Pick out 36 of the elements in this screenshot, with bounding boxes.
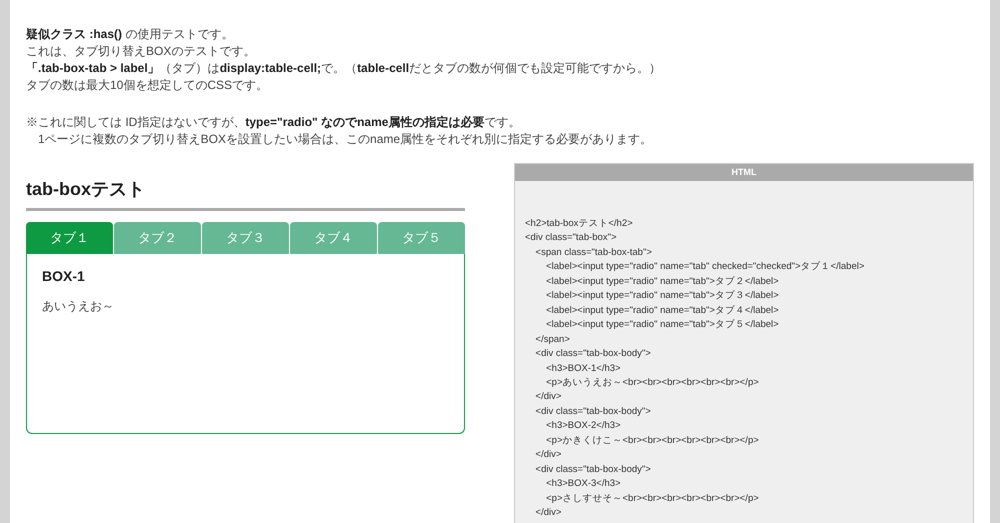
intro-text: 疑似クラス :has() の使用テストです。 [26,26,234,43]
code-line: <div class="tab-box-body"> [534,404,652,419]
code-line: <label><input type="radio" name="tab">タブ５</label> [545,318,780,332]
tab[interactable]: タブ１ [26,222,113,254]
code-line: <span class="tab-box-tab"> [534,246,653,260]
tab[interactable]: タブ４ [290,222,377,254]
tab[interactable]: タブ５ [378,222,465,254]
code-line: </div> [534,390,562,404]
tab[interactable]: タブ３ [202,222,289,254]
code-line: <label><input type="radio" name="tab" checked="checked">タブ１</label> [545,260,866,274]
code-line: </div> [534,506,562,520]
code-line: <label><input type="radio" name="tab">タブ３</label> [545,289,780,304]
panel-title: HTML [515,164,973,181]
section-heading: tab-boxテスト [26,177,465,211]
code-line: <h3>BOX-1</h3> [545,362,622,376]
code-line: </span> [534,332,571,347]
code-line: <label><input type="radio" name="tab">タブ４</label> [545,304,780,318]
code-line: <div class="tab-box-body"> [534,347,652,362]
code-line: <h2>tab-boxテスト</h2> [525,217,634,231]
code-line: <div class="tab-box-body"> [534,462,652,477]
box-title: BOX-1 [42,268,86,284]
intro-text: 「.tab-box-tab > label」（タブ）はdisplay:table-cell;で。（table-cellだとタブの数が何個でも設定可能ですから。） [26,60,662,77]
note-text: ※これに関しては ID指定はないですが、type="radio" なのでname属性の指定は必要です。 [26,114,522,131]
code-line: <label><input type="radio" name="tab">タブ２</label> [545,274,780,289]
code-line: </div> [534,448,562,462]
code-line: <h3>BOX-2</h3> [545,419,622,434]
box-text: あいうえお～ [42,298,115,315]
code-line: <p>かきくけこ～<br><br><br><br><br><br></p> [545,434,760,448]
intro-text: タブの数は最大10個を想定してのCSSです。 [26,77,270,94]
code-line: <h3>BOX-3</h3> [545,477,622,492]
tab[interactable]: タブ２ [114,222,201,254]
code-line: <div class="tab-box"> [525,231,618,246]
intro-text: これは、タブ切り替えBOXのテストです。 [26,43,256,60]
note-text: 1ページに複数のタブ切り替えBOXを設置したい場合は、このname属性をそれぞれ別に指定する必要があります。 [37,131,654,148]
code-line: <p>さしすせそ～<br><br><br><br><br><br></p> [545,492,760,506]
code-line: <p>あいうえお～<br><br><br><br><br><br></p> [545,376,760,390]
